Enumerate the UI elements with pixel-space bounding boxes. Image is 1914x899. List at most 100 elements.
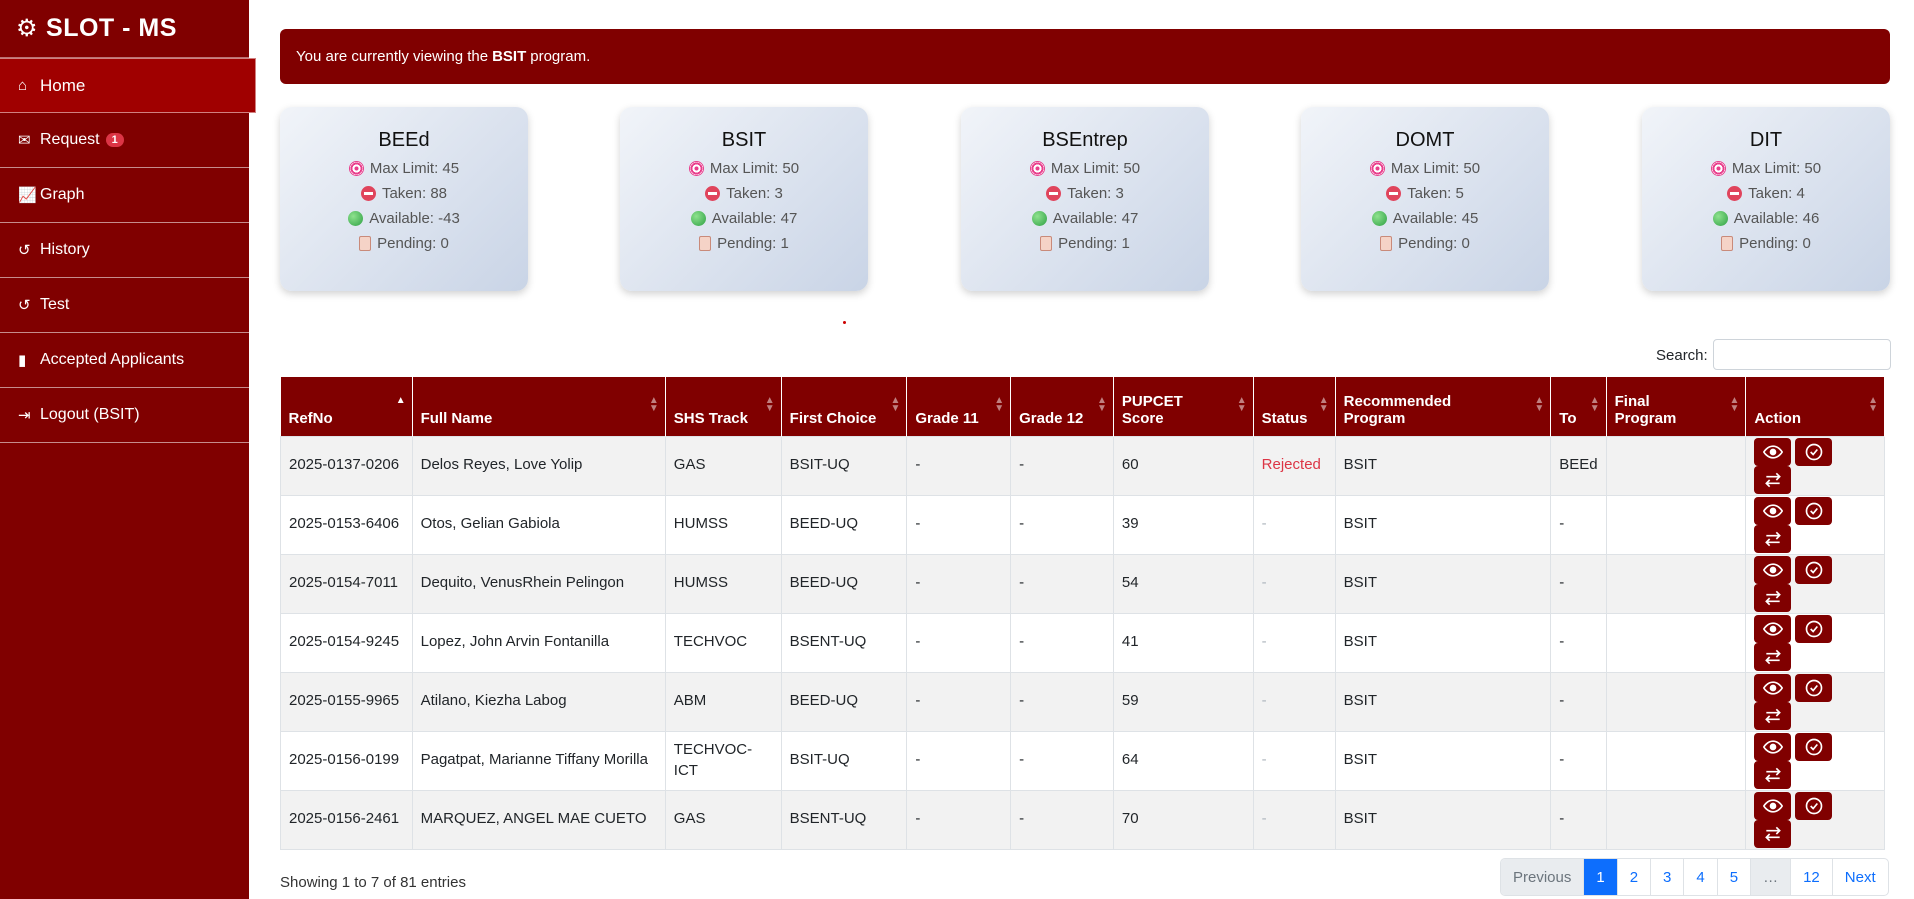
sidebar-item-label: Graph: [40, 186, 85, 203]
approve-button[interactable]: [1795, 555, 1833, 584]
transfer-button[interactable]: [1754, 583, 1792, 612]
program-card-bsit: BSIT Max Limit: 50 Taken: 3 Available: 4…: [620, 107, 868, 291]
header-final-program[interactable]: Final Program ▲ ▼: [1606, 377, 1747, 436]
pager-previous[interactable]: Previous: [1501, 859, 1585, 895]
header-refno[interactable]: RefNo ▲: [280, 377, 413, 436]
header-status[interactable]: Status ▲ ▼: [1253, 377, 1336, 436]
clipboard-icon: [699, 236, 712, 251]
cell-recommended-program: BSIT: [1334, 671, 1552, 732]
pager-page-12[interactable]: 12: [1791, 859, 1833, 895]
approve-button[interactable]: [1795, 437, 1833, 466]
transfer-button[interactable]: [1754, 642, 1792, 671]
approve-button[interactable]: [1795, 673, 1833, 702]
check-circle-icon: [1804, 442, 1824, 462]
cell-grade-11: -: [906, 612, 1012, 673]
table-row: 2025-0156-0199 Pagatpat, Marianne Tiffany…: [280, 730, 1885, 791]
cell-recommended-program: BSIT: [1334, 789, 1552, 850]
card-title: BEEd: [378, 129, 430, 151]
header-first-choice[interactable]: First Choice ▲ ▼: [781, 377, 908, 436]
view-button[interactable]: [1754, 555, 1792, 584]
pager-page-3[interactable]: 3: [1651, 859, 1685, 895]
green-circle-icon: [1712, 211, 1728, 226]
transfer-button[interactable]: [1754, 760, 1792, 789]
cell-grade-11: -: [906, 553, 1012, 614]
pager-page-2[interactable]: 2: [1618, 859, 1652, 895]
transfer-button[interactable]: [1754, 524, 1792, 553]
approve-button[interactable]: [1795, 791, 1833, 820]
clipboard-icon: [1380, 236, 1393, 251]
cell-refno: 2025-0156-2461: [280, 789, 413, 850]
card-pending: Pending: 0: [1398, 235, 1470, 252]
sort-icon: ▲ ▼: [648, 395, 659, 414]
view-button[interactable]: [1754, 496, 1792, 525]
header-pupcet-score[interactable]: PUPCET Score ▲ ▼: [1113, 377, 1254, 436]
target-icon: [1029, 161, 1045, 176]
header-shs-track[interactable]: SHS Track ▲ ▼: [665, 377, 782, 436]
program-card-dit: DIT Max Limit: 50 Taken: 4 Available: 46…: [1642, 107, 1890, 291]
cell-shs-track: GAS: [664, 435, 782, 496]
transfer-button[interactable]: [1754, 465, 1792, 494]
sidebar-item-test[interactable]: ↺ Test: [0, 278, 249, 333]
cell-grade-12: -: [1010, 671, 1114, 732]
eye-icon: [1762, 442, 1783, 462]
card-max-limit: Max Limit: 50: [1050, 160, 1141, 177]
cell-recommended-program: BSIT: [1334, 612, 1552, 673]
cell-action: [1745, 553, 1885, 614]
card-max-limit: Max Limit: 50: [1731, 160, 1822, 177]
chart-icon: 📈: [18, 187, 37, 204]
header-grade-12[interactable]: Grade 12 ▲ ▼: [1010, 377, 1114, 436]
pager-page-1[interactable]: 1: [1584, 859, 1618, 895]
cell-first-choice: BSENT-UQ: [780, 789, 908, 850]
table-row: 2025-0153-6406 Otos, Gelian Gabiola HUMSS B…: [280, 494, 1885, 555]
sidebar-item-home[interactable]: ⌂ Home: [0, 58, 256, 113]
cell-pupcet-score: 59: [1112, 671, 1254, 732]
logout-icon: ⇥: [18, 407, 31, 424]
exchange-icon: [1763, 588, 1783, 608]
sidebar-item-graph[interactable]: 📈 Graph: [0, 168, 249, 223]
cell-grade-12: -: [1010, 730, 1114, 791]
approve-button[interactable]: [1795, 496, 1833, 525]
search-input[interactable]: [1713, 339, 1891, 370]
cell-final-program: [1605, 789, 1747, 850]
view-button[interactable]: [1754, 673, 1792, 702]
view-button[interactable]: [1754, 732, 1792, 761]
sidebar-item-logout[interactable]: ⇥ Logout (BSIT): [0, 388, 249, 443]
header-recommended-program[interactable]: Recommended Program ▲ ▼: [1335, 377, 1552, 436]
sidebar-item-label: Request: [40, 131, 100, 148]
cell-to: -: [1550, 789, 1607, 850]
view-button[interactable]: [1754, 437, 1792, 466]
sidebar-item-label: Logout (BSIT): [40, 406, 140, 423]
sidebar-item-label: Test: [40, 296, 70, 313]
approve-button[interactable]: [1795, 614, 1833, 643]
alert-program: BSIT: [492, 48, 527, 65]
sidebar-item-history[interactable]: ↺ History: [0, 223, 249, 278]
cell-action: [1745, 435, 1885, 496]
target-icon: [1369, 161, 1385, 176]
cell-status: -: [1252, 553, 1336, 614]
transfer-button[interactable]: [1754, 701, 1792, 730]
green-circle-icon: [1031, 211, 1047, 226]
clipboard-icon: [1040, 236, 1053, 251]
card-max-limit: Max Limit: 45: [369, 160, 460, 177]
card-title: BSEntrep: [1042, 129, 1128, 151]
pager-next[interactable]: Next: [1833, 859, 1888, 895]
pager-page-5[interactable]: 5: [1718, 859, 1752, 895]
header-grade-11[interactable]: Grade 11 ▲ ▼: [906, 377, 1012, 436]
header-full-name[interactable]: Full Name ▲ ▼: [412, 377, 666, 436]
cell-grade-11: -: [906, 789, 1012, 850]
view-button[interactable]: [1754, 614, 1792, 643]
check-circle-icon: [1804, 678, 1824, 698]
approve-button[interactable]: [1795, 732, 1833, 761]
card-title: DOMT: [1395, 129, 1455, 151]
minus-circle-icon: [1386, 186, 1402, 201]
cell-first-choice: BSENT-UQ: [780, 612, 908, 673]
cell-pupcet-score: 70: [1112, 789, 1254, 850]
pager-page-4[interactable]: 4: [1684, 859, 1718, 895]
transfer-button[interactable]: [1754, 819, 1792, 848]
sidebar-item-request[interactable]: ✉ Request 1: [0, 113, 249, 168]
header-to[interactable]: To ▲ ▼: [1550, 377, 1607, 436]
sidebar-item-accepted-applicants[interactable]: ▮ Accepted Applicants: [0, 333, 249, 388]
cell-to: -: [1550, 494, 1607, 555]
header-action[interactable]: Action ▲ ▼: [1745, 377, 1885, 436]
view-button[interactable]: [1754, 791, 1792, 820]
